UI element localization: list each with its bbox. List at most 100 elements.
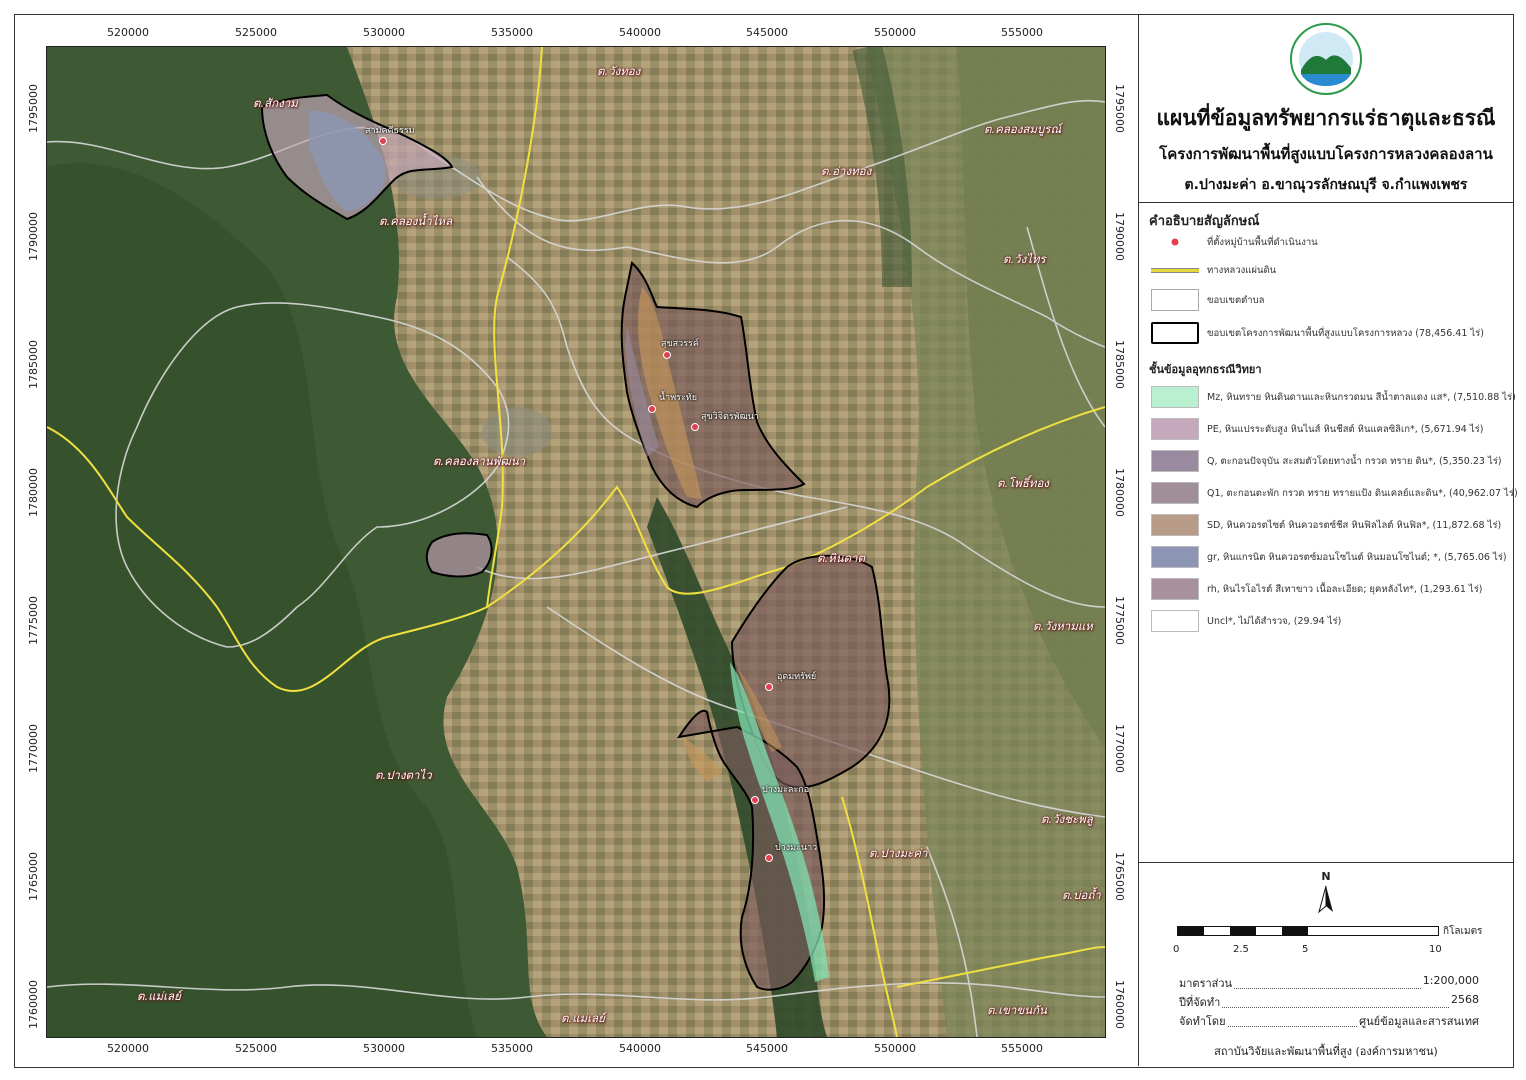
- axis-tick-label: 1760000: [26, 979, 40, 1029]
- scale-row: มาตราส่วน 1:200,000: [1179, 974, 1479, 990]
- legend-item-village: ที่ตั้งหมู่บ้านพื้นที่ดำเนินงาน: [1151, 231, 1318, 253]
- subdistrict-label: ต.คลองสมบูรณ์: [984, 122, 1062, 136]
- geology-swatch: [1151, 418, 1199, 440]
- axis-tick-label: 1780000: [26, 467, 40, 517]
- legend-item-subdistrict: ขอบเขตตำบล: [1151, 289, 1265, 311]
- axis-tick-label: 545000: [746, 1042, 788, 1055]
- axis-tick-label: 545000: [746, 26, 788, 39]
- scale-bar: [1177, 926, 1439, 936]
- village-label: สามัคคีธรรม: [365, 126, 415, 136]
- highway-line-icon: [1151, 259, 1199, 281]
- axis-tick-label: 550000: [874, 1042, 916, 1055]
- legend-item-geology: Mz, หินทราย หินดินดานและหินกรวดมน สีน้ำต…: [1151, 386, 1516, 408]
- project-boundary-icon: [1151, 322, 1199, 344]
- legend-item-geology: gr, หินแกรนิต หินควอรตซ์มอนโซไนต์ หินมอน…: [1151, 546, 1507, 568]
- village-marker-icon: [1151, 231, 1199, 253]
- axis-tick-label: 1760000: [1112, 979, 1126, 1029]
- mountain-logo-icon: [1289, 22, 1363, 96]
- axis-tick-label: 1785000: [1112, 339, 1126, 389]
- axis-tick-label: 550000: [874, 26, 916, 39]
- axis-tick-label: 1775000: [26, 595, 40, 645]
- village-label: อุดมทรัพย์: [777, 672, 817, 682]
- subdistrict-label: ต.คลองน้ำไหล: [379, 214, 453, 228]
- author-row: จัดทำโดย ศูนย์ข้อมูลและสารสนเทศ: [1179, 1012, 1479, 1030]
- axis-tick-label: 1765000: [26, 851, 40, 901]
- axis-tick-label: 555000: [1001, 26, 1043, 39]
- scale-tick: 5: [1302, 944, 1309, 955]
- subdistrict-label: ต.คลองลานพัฒนา: [433, 454, 526, 468]
- axis-tick-label: 520000: [107, 1042, 149, 1055]
- subdistrict-label: ต.วังหามแห: [1033, 619, 1093, 633]
- legend-item-geology: Uncl*, ไม่ได้สำรวจ, (29.94 ไร่): [1151, 610, 1341, 632]
- axis-tick-label: 1790000: [26, 211, 40, 261]
- geology-swatch: [1151, 482, 1199, 504]
- subdistrict-label: ต.เขาขนกัน: [987, 1003, 1047, 1017]
- village-label: สุขวิจิตรพัฒนา: [701, 412, 759, 422]
- axis-tick-label: 1770000: [1112, 723, 1126, 773]
- legend-item-highway: ทางหลวงแผ่นดิน: [1151, 259, 1276, 281]
- axis-tick-label: 540000: [619, 1042, 661, 1055]
- village-label: ปางมะละกอ: [762, 785, 810, 795]
- geology-swatch: [1151, 610, 1199, 632]
- village-label: สุขสวรรค์: [661, 339, 699, 349]
- village-label: น้ำพระทัย: [659, 393, 698, 403]
- axis-tick-label: 530000: [363, 1042, 405, 1055]
- subdistrict-label: ต.แม่เลย์: [561, 1011, 605, 1025]
- legend-item-geology: SD, หินควอรตไซต์ หินควอรตซ์ชีส หินฟิลไลต…: [1151, 514, 1501, 536]
- axis-tick-label: 1785000: [26, 339, 40, 389]
- subdistrict-label: ต.แม่เลย์: [137, 989, 181, 1003]
- scale-tick: 10: [1429, 944, 1442, 955]
- subdistrict-label: ต.บ่อถ้ำ: [1062, 888, 1101, 902]
- axis-tick-label: 525000: [235, 26, 277, 39]
- map-title: แผนที่ข้อมูลทรัพยากรแร่ธาตุและธรณี: [1156, 106, 1496, 130]
- subdistrict-label: ต.ปางมะค่า: [869, 846, 928, 860]
- geology-swatch: [1151, 514, 1199, 536]
- axis-tick-label: 1795000: [26, 83, 40, 133]
- satellite-map: [47, 47, 1105, 1037]
- legend-item-geology: Q, ตะกอนปัจจุบัน สะสมตัวโดยทางน้ำ กรวด ท…: [1151, 450, 1502, 472]
- geology-swatch: [1151, 578, 1199, 600]
- map-info-panel: แผนที่ข้อมูลทรัพยากรแร่ธาตุและธรณี โครงก…: [1138, 14, 1518, 1066]
- north-label: N: [1321, 870, 1331, 883]
- subdistrict-label: ต.วังไทร: [1003, 252, 1046, 266]
- axis-tick-label: 1780000: [1112, 467, 1126, 517]
- year-row: ปีที่จัดทำ 2568: [1179, 993, 1479, 1009]
- axis-tick-label: 530000: [363, 26, 405, 39]
- axis-tick-label: 535000: [491, 26, 533, 39]
- subdistrict-label: ต.ปางตาไว: [375, 768, 432, 782]
- scale-tick: 0: [1173, 944, 1180, 955]
- village-label: ปางมะนาว: [775, 843, 818, 853]
- map-subtitle: โครงการพัฒนาพื้นที่สูงแบบโครงการหลวงคลอง…: [1159, 145, 1493, 163]
- geology-swatch: [1151, 546, 1199, 568]
- axis-tick-label: 1775000: [1112, 595, 1126, 645]
- legend-heading: คำอธิบายสัญลักษณ์: [1149, 214, 1260, 229]
- map-location: ต.ปางมะค่า อ.ขาณุวรลักษณบุรี จ.กำแพงเพชร: [1184, 177, 1468, 193]
- geology-swatch: [1151, 386, 1199, 408]
- subdistrict-label: ต.อ่างทอง: [821, 164, 872, 178]
- subdistrict-label: ต.โพธิ์ทอง: [997, 476, 1050, 490]
- subdistrict-label: ต.หินดาต: [817, 551, 865, 565]
- axis-tick-label: 555000: [1001, 1042, 1043, 1055]
- geology-heading: ชั้นข้อมูลอุทกธรณีวิทยา: [1149, 363, 1262, 376]
- subdistrict-label: ต.สักงาม: [253, 96, 298, 110]
- title-block: แผนที่ข้อมูลทรัพยากรแร่ธาตุและธรณี โครงก…: [1139, 14, 1513, 203]
- subdistrict-boundary-icon: [1151, 289, 1199, 311]
- axis-tick-label: 1765000: [1112, 851, 1126, 901]
- axis-tick-label: 520000: [107, 26, 149, 39]
- axis-tick-label: 1770000: [26, 723, 40, 773]
- subdistrict-label: ต.วังทอง: [597, 64, 641, 78]
- legend-item-project: ขอบเขตโครงการพัฒนาพื้นที่สูงแบบโครงการหล…: [1151, 322, 1484, 344]
- subdistrict-label: ต.วังชะพลู: [1041, 812, 1093, 826]
- legend-item-geology: rh, หินไรโอไรต์ สีเทาขาว เนื้อละเอียด; ย…: [1151, 578, 1483, 600]
- axis-tick-label: 525000: [235, 1042, 277, 1055]
- scale-unit: กิโลเมตร: [1443, 926, 1483, 937]
- north-arrow-icon: N: [1315, 870, 1337, 916]
- institute-name: สถาบันวิจัยและพัฒนาพื้นที่สูง (องค์การมห…: [1214, 1045, 1438, 1058]
- geology-swatch: [1151, 450, 1199, 472]
- scale-tick: 2.5: [1233, 944, 1249, 955]
- legend-item-geology: PE, หินแปรระดับสูง หินไนส์ หินชีสต์ หินแ…: [1151, 418, 1483, 440]
- axis-tick-label: 535000: [491, 1042, 533, 1055]
- map-area[interactable]: ต.สักงาม ต.วังทอง ต.คลองสมบูรณ์ ต.อ่างทอ…: [46, 46, 1106, 1038]
- legend-item-geology: Q1, ตะกอนตะพัก กรวด ทราย ทรายแป้ง ดินเคล…: [1151, 482, 1518, 504]
- axis-tick-label: 540000: [619, 26, 661, 39]
